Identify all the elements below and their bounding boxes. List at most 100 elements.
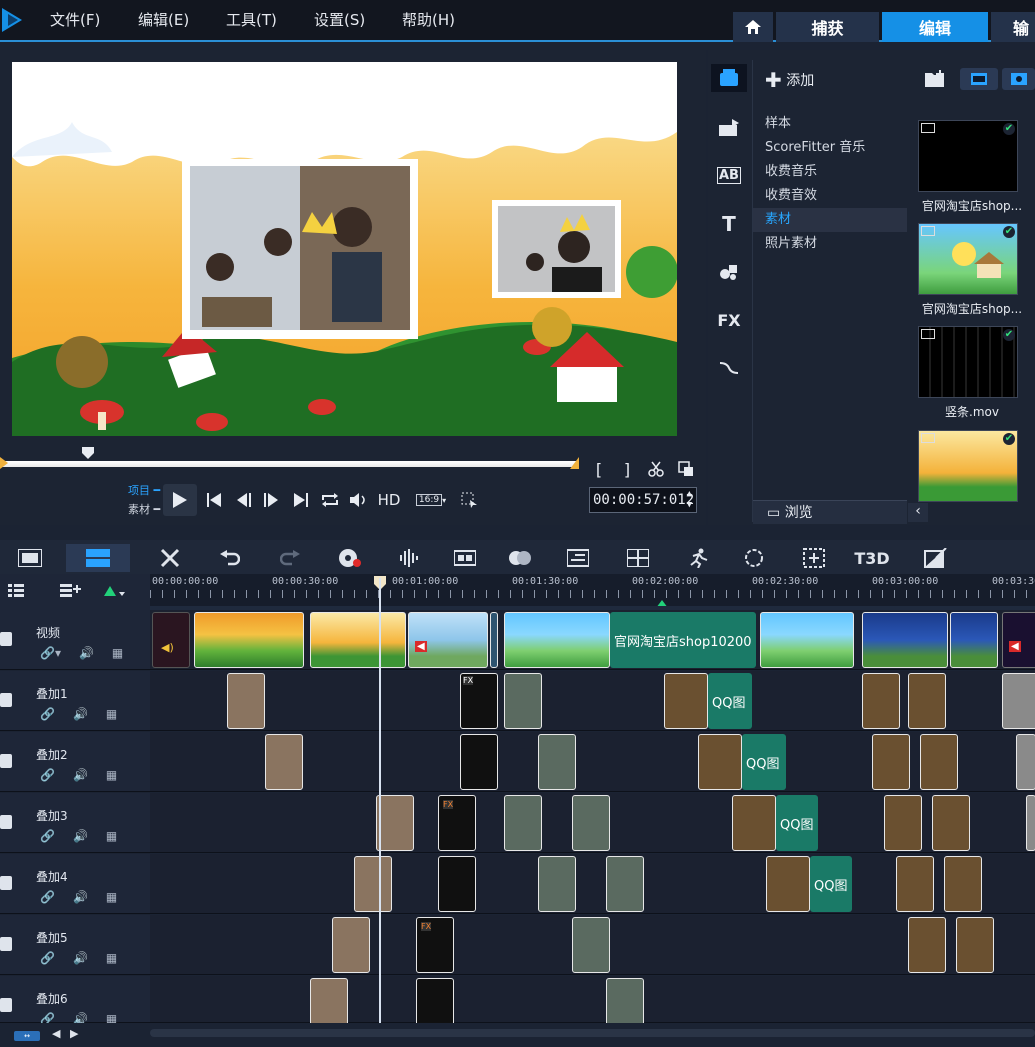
speaker-icon[interactable]: 🔊	[73, 707, 88, 721]
timeline-clip[interactable]	[310, 612, 406, 668]
instant-project-icon[interactable]	[711, 114, 747, 142]
overlay-clip[interactable]	[1002, 673, 1035, 729]
storyboard-view-button[interactable]	[12, 544, 48, 572]
ripple-icon[interactable]: ▦	[106, 951, 117, 965]
overlay-clip[interactable]	[438, 856, 476, 912]
title-clip[interactable]: QQ图	[742, 734, 786, 790]
link-icon[interactable]: 🔗	[40, 707, 55, 721]
ripple-icon[interactable]: ▦	[112, 646, 123, 660]
title-icon[interactable]: T	[711, 210, 747, 238]
timeline-clip[interactable]	[760, 612, 854, 668]
record-capture-button[interactable]	[332, 544, 368, 572]
overlay-clip[interactable]	[944, 856, 982, 912]
overlay-track[interactable]: FX QQ图	[150, 793, 1035, 853]
timeline-clip[interactable]	[194, 612, 304, 668]
track-visibility-icon[interactable]	[0, 876, 12, 890]
library-category-item-selected[interactable]: 素材	[753, 208, 907, 232]
go-to-end-button[interactable]	[290, 486, 312, 514]
speaker-icon[interactable]: 🔊	[79, 646, 94, 660]
chapter-point-icon[interactable]	[104, 586, 126, 598]
undo-button[interactable]	[212, 544, 248, 572]
graphics-icon[interactable]	[711, 258, 747, 286]
overlay-clip[interactable]: FX	[460, 673, 498, 729]
menu-tools[interactable]: 工具(T)	[226, 9, 314, 30]
overlay-clip[interactable]	[504, 795, 542, 851]
overlay-clip[interactable]	[265, 734, 303, 790]
motion-tracking-button[interactable]	[502, 544, 538, 572]
repeat-button[interactable]	[318, 486, 342, 514]
link-icon[interactable]: 🔗	[40, 951, 55, 965]
title-clip[interactable]: QQ图	[776, 795, 818, 851]
timeline-clip[interactable]	[862, 612, 948, 668]
next-frame-button[interactable]	[260, 486, 282, 514]
menu-file[interactable]: 文件(F)	[50, 9, 138, 30]
library-category-item[interactable]: 照片素材	[753, 232, 907, 256]
browse-button[interactable]: ▭ 浏览	[753, 500, 907, 524]
library-category-item[interactable]: 收费音效	[753, 184, 907, 208]
timeline-clip[interactable]: ◀	[1002, 612, 1035, 668]
overlay-clip[interactable]	[1016, 734, 1035, 790]
add-folder-button[interactable]: ✚ 添加	[765, 68, 814, 92]
overlay-clip[interactable]	[896, 856, 934, 912]
overlay-track[interactable]	[150, 976, 1035, 1034]
crop-dropdown[interactable]	[456, 486, 486, 514]
project-mode-label[interactable]: 项目 ━	[128, 482, 160, 498]
go-to-start-button[interactable]	[203, 486, 225, 514]
previous-frame-button[interactable]	[233, 486, 255, 514]
timeline-scrollbar[interactable]	[150, 1029, 1035, 1037]
sound-mixer-button[interactable]	[392, 544, 428, 572]
overlay-track[interactable]: FX QQ图	[150, 671, 1035, 731]
library-category-item[interactable]: ScoreFitter 音乐	[753, 136, 907, 160]
timeline-clip[interactable]: ◀)	[152, 612, 190, 668]
volume-button[interactable]	[347, 486, 371, 514]
overlay-clip[interactable]	[664, 673, 708, 729]
scroll-right-arrow[interactable]: ▶	[70, 1027, 78, 1040]
overlay-track[interactable]: FX	[150, 915, 1035, 975]
link-icon[interactable]: 🔗	[40, 768, 55, 782]
overlay-clip[interactable]	[332, 917, 370, 973]
pan-zoom-button[interactable]	[796, 544, 832, 572]
overlay-clip[interactable]	[884, 795, 922, 851]
title-clip[interactable]: QQ图	[708, 673, 752, 729]
aspect-ratio-dropdown[interactable]: 16:9 ▾	[412, 486, 450, 514]
speaker-icon[interactable]: 🔊	[73, 768, 88, 782]
path-icon[interactable]	[711, 354, 747, 382]
library-thumbnail[interactable]: ✔ 竖条.mov	[918, 326, 1018, 419]
add-track-icon[interactable]	[60, 584, 82, 598]
menu-edit[interactable]: 编辑(E)	[138, 9, 226, 30]
overlay-clip[interactable]	[872, 734, 910, 790]
show-photo-toggle[interactable]	[1002, 68, 1035, 90]
speaker-icon[interactable]: 🔊	[73, 829, 88, 843]
overlay-clip[interactable]	[920, 734, 958, 790]
overlay-clip[interactable]	[354, 856, 392, 912]
tab-share[interactable]: 输	[991, 12, 1035, 42]
overlay-clip[interactable]	[460, 734, 498, 790]
overlay-clip[interactable]	[606, 856, 644, 912]
track-visibility-icon[interactable]	[0, 937, 12, 951]
scrub-bar[interactable]	[0, 461, 579, 467]
timeline-clip[interactable]	[490, 612, 498, 668]
library-thumbnail[interactable]: ✔ 官网淘宝店shop...	[918, 223, 1022, 316]
subtitle-editor-button[interactable]	[560, 544, 596, 572]
split-clip-button[interactable]	[645, 455, 667, 483]
overlay-clip[interactable]	[227, 673, 265, 729]
overlay-clip[interactable]	[572, 795, 610, 851]
library-category-item[interactable]: 收费音乐	[753, 160, 907, 184]
scrub-start-handle[interactable]	[0, 457, 8, 469]
playhead-line[interactable]	[379, 578, 381, 1023]
overlay-clip[interactable]	[538, 734, 576, 790]
timeline-clip[interactable]	[950, 612, 998, 668]
ripple-icon[interactable]: ▦	[106, 829, 117, 843]
trim-marker-icon[interactable]	[80, 447, 96, 459]
overlay-clip[interactable]	[698, 734, 742, 790]
link-icon[interactable]: 🔗▾	[40, 646, 61, 660]
overlay-clip[interactable]	[862, 673, 900, 729]
speaker-icon[interactable]: 🔊	[73, 951, 88, 965]
mark-out-button[interactable]: ]	[618, 455, 636, 483]
enlarge-preview-button[interactable]	[675, 455, 697, 483]
track-visibility-icon[interactable]	[0, 693, 12, 707]
track-visibility-icon[interactable]	[0, 998, 12, 1012]
3d-title-editor-button[interactable]: T3D	[854, 544, 890, 572]
overlay-clip[interactable]	[932, 795, 970, 851]
overlay-track[interactable]: QQ图	[150, 732, 1035, 792]
